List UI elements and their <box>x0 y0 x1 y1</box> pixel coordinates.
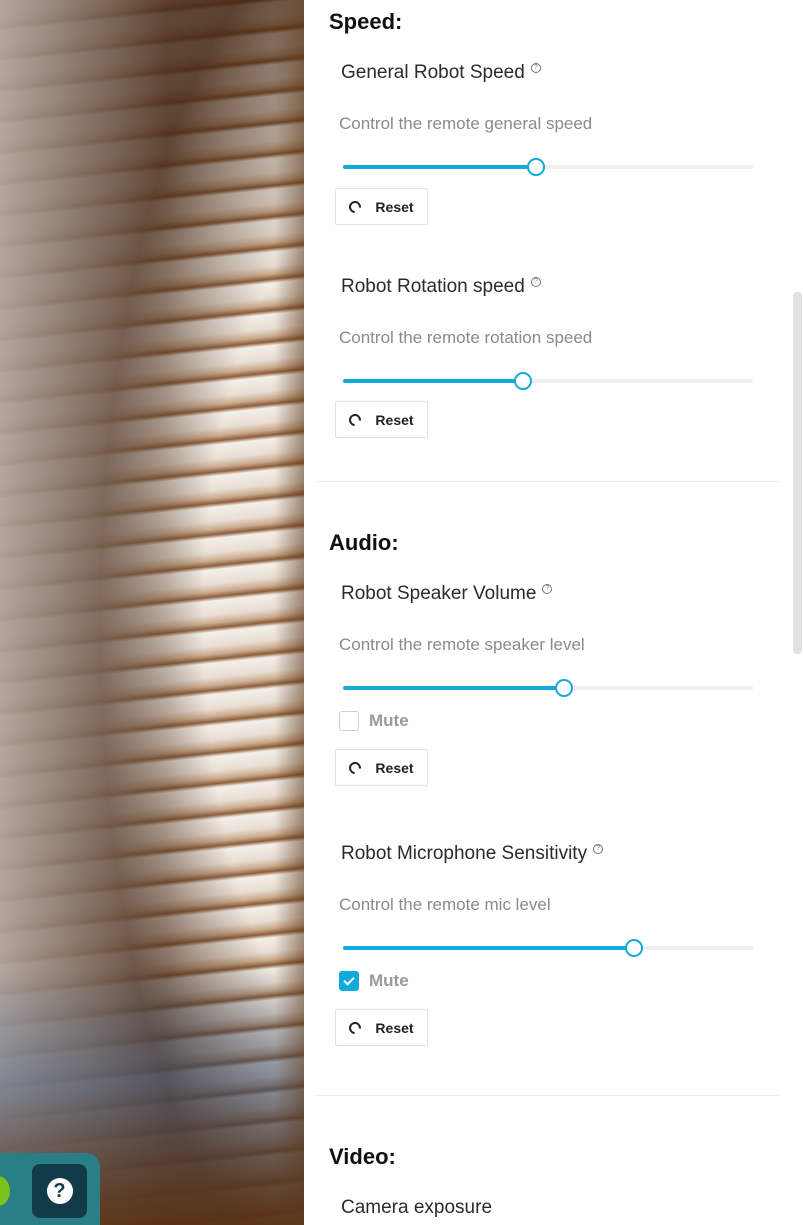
setting-desc-speaker-volume: Control the remote speaker level <box>339 635 585 654</box>
reset-label: Reset <box>375 1019 414 1036</box>
reset-general-speed-button[interactable]: Reset <box>335 188 428 225</box>
scrollbar-thumb[interactable] <box>793 292 802 654</box>
speaker-volume-slider[interactable] <box>343 678 753 698</box>
section-title-audio: Audio: <box>329 530 399 555</box>
section-title-speed: Speed: <box>329 9 403 34</box>
reset-icon <box>346 1019 364 1036</box>
scrollbar[interactable] <box>792 0 803 1225</box>
setting-desc-mic-sensitivity: Control the remote mic level <box>339 895 551 914</box>
reset-mic-sensitivity-button[interactable]: Reset <box>335 1009 428 1046</box>
help-button[interactable]: ? <box>32 1164 87 1218</box>
reset-icon <box>346 198 364 215</box>
reset-speaker-volume-button[interactable]: Reset <box>335 749 428 786</box>
mute-checkbox[interactable] <box>339 711 359 731</box>
general-speed-slider[interactable] <box>343 157 753 177</box>
slider-fill <box>343 946 635 950</box>
setting-label-mic-sensitivity: Robot Microphone Sensitivity ? <box>341 843 604 865</box>
label-text: Camera exposure <box>341 1197 493 1218</box>
rotation-speed-slider[interactable] <box>343 371 753 391</box>
camera-frame-edge <box>274 0 304 1225</box>
slider-fill <box>343 165 536 169</box>
reset-rotation-speed-button[interactable]: Reset <box>335 401 428 438</box>
reset-label: Reset <box>375 759 414 776</box>
info-icon[interactable]: ? <box>542 584 553 594</box>
section-divider <box>317 1095 780 1096</box>
setting-label-general-speed: General Robot Speed ? <box>341 62 541 84</box>
section-divider <box>317 481 780 482</box>
slider-thumb[interactable] <box>514 372 533 390</box>
label-text: Robot Rotation speed <box>341 276 525 297</box>
info-icon[interactable]: ? <box>593 844 604 854</box>
info-icon[interactable]: ? <box>530 277 541 287</box>
slider-fill <box>343 686 565 690</box>
info-icon[interactable]: ? <box>530 63 541 73</box>
label-text: Robot Speaker Volume <box>341 583 537 604</box>
slider-thumb[interactable] <box>625 939 644 957</box>
camera-feed <box>0 0 304 1225</box>
setting-desc-general-speed: Control the remote general speed <box>339 114 593 133</box>
question-icon: ? <box>46 1178 73 1204</box>
mute-checkbox[interactable] <box>339 971 359 991</box>
label-text: General Robot Speed <box>341 62 525 83</box>
reset-label: Reset <box>375 411 414 428</box>
mute-label: Mute <box>369 711 409 730</box>
settings-panel: Speed: General Robot Speed ? Control the… <box>304 0 803 1225</box>
speaker-mute-toggle[interactable]: Mute <box>339 711 409 731</box>
slider-thumb[interactable] <box>526 158 545 176</box>
reset-icon <box>346 411 364 428</box>
slider-thumb[interactable] <box>555 679 574 697</box>
label-text: Robot Microphone Sensitivity <box>341 843 588 864</box>
reset-label: Reset <box>375 198 414 215</box>
setting-label-speaker-volume: Robot Speaker Volume ? <box>341 583 553 605</box>
setting-label-rotation-speed: Robot Rotation speed ? <box>341 276 541 298</box>
setting-desc-rotation-speed: Control the remote rotation speed <box>339 328 593 347</box>
slider-fill <box>343 379 524 383</box>
mute-label: Mute <box>369 971 409 990</box>
mic-sensitivity-slider[interactable] <box>343 938 753 958</box>
setting-label-camera-exposure: Camera exposure <box>341 1197 492 1219</box>
reset-icon <box>346 759 364 776</box>
mic-mute-toggle[interactable]: Mute <box>339 971 409 991</box>
section-title-video: Video: <box>329 1144 396 1169</box>
